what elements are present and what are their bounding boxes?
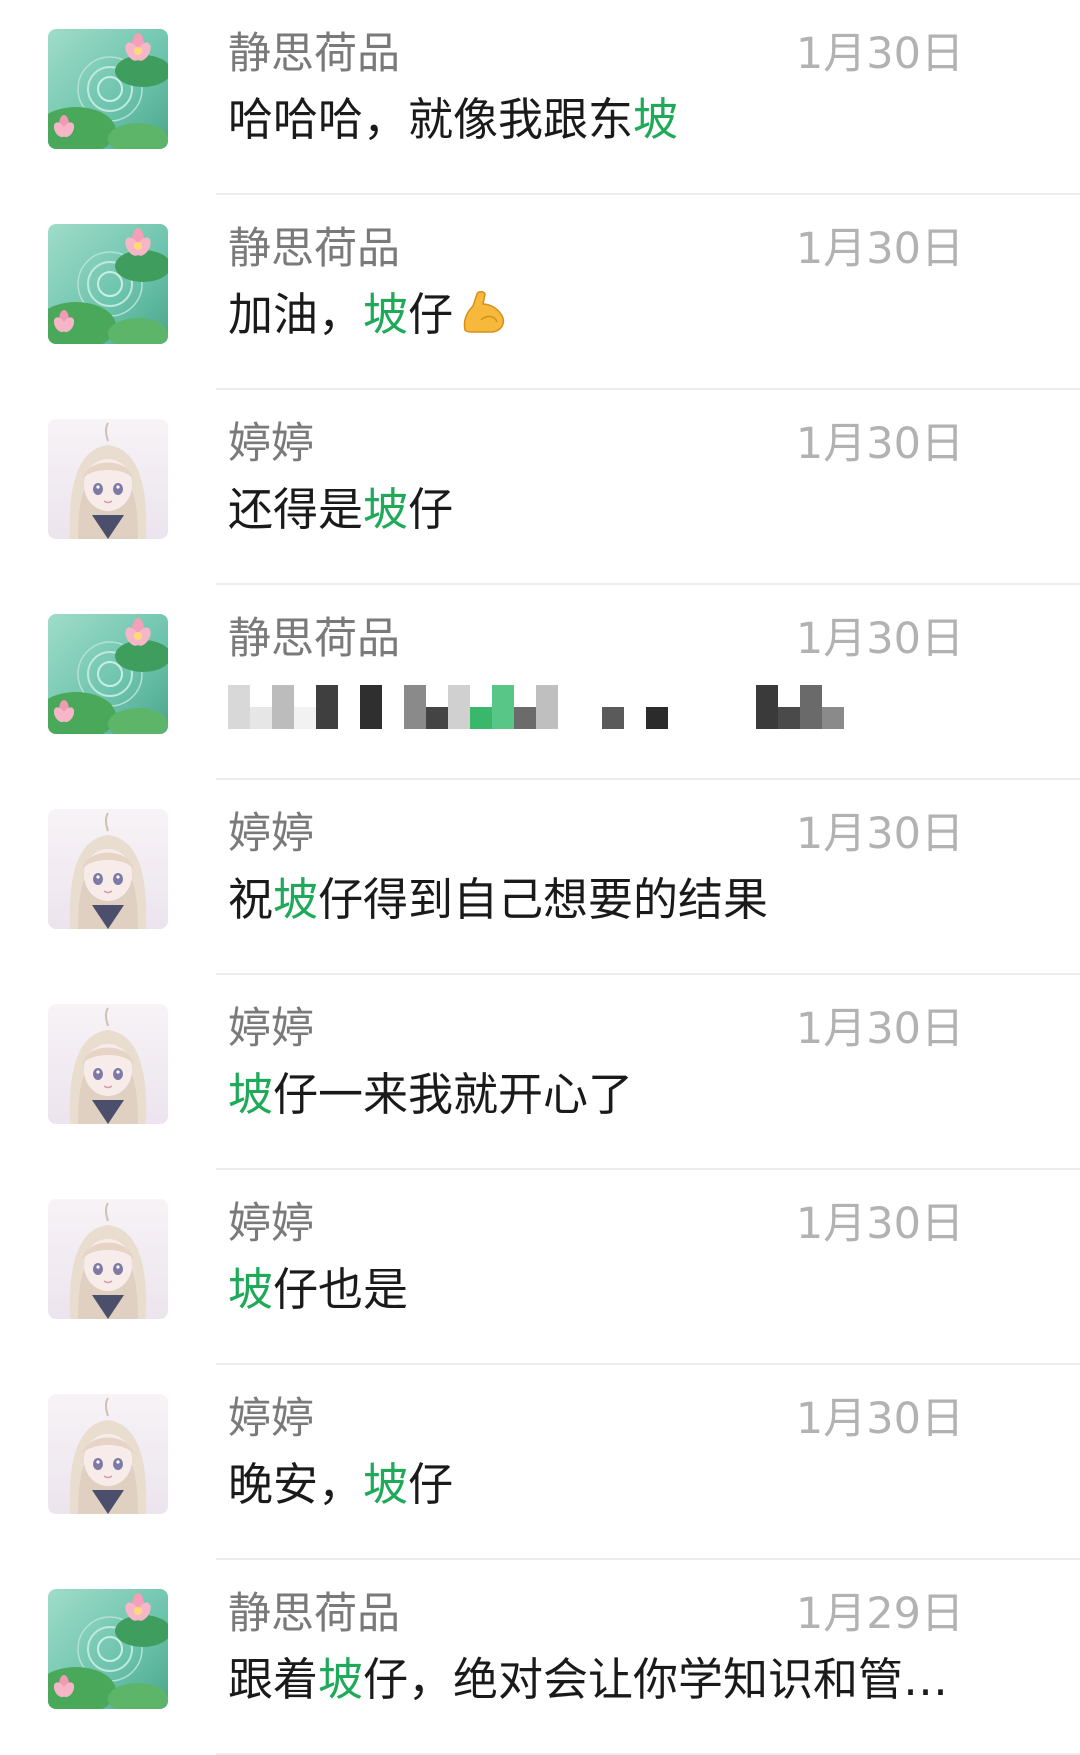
girl-avatar[interactable] — [48, 1394, 168, 1514]
message-text: 仔，绝对会让你学知识和管… — [363, 1653, 949, 1706]
contact-name: 婷婷 — [228, 1199, 314, 1249]
message-text: 哈哈哈，就像我跟东 — [228, 93, 634, 146]
message-date: 1月30日 — [795, 419, 964, 469]
chat-row[interactable]: 婷婷 1月30日 祝坡仔得到自己想要的结果 — [0, 780, 1080, 975]
message-date: 1月30日 — [795, 809, 964, 859]
redaction-block — [360, 685, 382, 729]
contact-name: 婷婷 — [228, 1004, 314, 1054]
message-preview: 跟着坡仔，绝对会让你学知识和管… — [228, 1648, 948, 1712]
redacted-message-preview — [228, 685, 928, 733]
message-text: 仔 — [408, 1458, 454, 1511]
message-preview: 坡仔也是 — [228, 1258, 408, 1322]
redaction-block — [646, 707, 668, 729]
message-preview: 坡仔一来我就开心了 — [228, 1063, 633, 1127]
redaction-block — [514, 707, 536, 729]
contact-name: 婷婷 — [228, 809, 314, 859]
redaction-block — [800, 685, 822, 729]
message-date: 1月29日 — [795, 1589, 964, 1639]
search-highlight: 坡 — [633, 93, 679, 146]
search-highlight: 坡 — [363, 288, 409, 341]
redaction-block — [470, 707, 492, 729]
redaction-block — [822, 707, 844, 729]
flexed-biceps-emoji — [459, 289, 507, 353]
search-highlight: 坡 — [363, 1458, 409, 1511]
message-date: 1月30日 — [795, 1004, 964, 1054]
message-preview: 祝坡仔得到自己想要的结果 — [228, 868, 768, 932]
message-date: 1月30日 — [795, 29, 964, 79]
search-highlight: 坡 — [318, 1653, 364, 1706]
message-text: 仔 — [408, 483, 454, 536]
message-preview: 加油，坡仔 — [228, 283, 507, 353]
message-preview: 还得是坡仔 — [228, 478, 453, 542]
girl-avatar[interactable] — [48, 1199, 168, 1319]
contact-name: 静思荷品 — [228, 29, 400, 79]
contact-name: 静思荷品 — [228, 1589, 400, 1639]
message-text: 仔 — [408, 288, 454, 341]
chat-row[interactable]: 静思荷品 1月30日加油，坡仔 — [0, 195, 1080, 390]
chat-row[interactable]: 婷婷 1月30日坡仔也是 — [0, 1170, 1080, 1365]
chat-row[interactable]: 静思荷品 1月30日哈哈哈，就像我跟东坡 — [0, 0, 1080, 195]
message-text: 加油， — [228, 288, 364, 341]
chat-row[interactable]: 静思荷品 1月30日 — [0, 585, 1080, 780]
redaction-block — [602, 707, 624, 729]
search-highlight: 坡 — [228, 1263, 274, 1316]
girl-avatar[interactable] — [48, 419, 168, 539]
message-text: 祝 — [228, 873, 274, 926]
girl-avatar[interactable] — [48, 809, 168, 929]
message-text: 仔也是 — [273, 1263, 409, 1316]
contact-name: 静思荷品 — [228, 224, 400, 274]
message-date: 1月30日 — [795, 1394, 964, 1444]
contact-name: 婷婷 — [228, 419, 314, 469]
lotus-avatar[interactable] — [48, 1589, 168, 1709]
chat-list: 静思荷品 1月30日 哈哈哈，就像我跟东坡 静思荷品 1月30日 加油，坡仔 婷婷 1月30日… — [0, 0, 1080, 1755]
redaction-block — [316, 685, 338, 729]
lotus-avatar[interactable] — [48, 224, 168, 344]
message-preview: 哈哈哈，就像我跟东坡 — [228, 88, 678, 152]
message-date: 1月30日 — [795, 224, 964, 274]
redaction-block — [492, 685, 514, 729]
message-text: 晚安， — [228, 1458, 364, 1511]
message-text: 跟着 — [228, 1653, 319, 1706]
contact-name: 婷婷 — [228, 1394, 314, 1444]
chat-row[interactable]: 婷婷 1月30日坡仔一来我就开心了 — [0, 975, 1080, 1170]
redaction-block — [536, 685, 558, 729]
redaction-block — [778, 707, 800, 729]
contact-name: 静思荷品 — [228, 614, 400, 664]
redaction-block — [426, 707, 448, 729]
redaction-block — [294, 707, 316, 729]
redaction-block — [448, 685, 470, 729]
search-highlight: 坡 — [363, 483, 409, 536]
search-highlight: 坡 — [273, 873, 319, 926]
chat-row[interactable]: 静思荷品 1月29日跟着坡仔，绝对会让你学知识和管… — [0, 1560, 1080, 1755]
message-date: 1月30日 — [795, 1199, 964, 1249]
message-text: 仔得到自己想要的结果 — [318, 873, 769, 926]
girl-avatar[interactable] — [48, 1004, 168, 1124]
redaction-block — [250, 707, 272, 729]
message-text: 还得是 — [228, 483, 364, 536]
search-highlight: 坡 — [228, 1068, 274, 1121]
message-text: 仔一来我就开心了 — [273, 1068, 634, 1121]
message-preview: 晚安，坡仔 — [228, 1453, 453, 1517]
lotus-avatar[interactable] — [48, 29, 168, 149]
message-date: 1月30日 — [795, 614, 964, 664]
redaction-block — [404, 685, 426, 729]
chat-row[interactable]: 婷婷 1月30日还得是坡仔 — [0, 390, 1080, 585]
redaction-block — [756, 685, 778, 729]
redaction-block — [228, 685, 250, 729]
lotus-avatar[interactable] — [48, 614, 168, 734]
redaction-block — [272, 685, 294, 729]
chat-row[interactable]: 婷婷 1月30日晚安，坡仔 — [0, 1365, 1080, 1560]
